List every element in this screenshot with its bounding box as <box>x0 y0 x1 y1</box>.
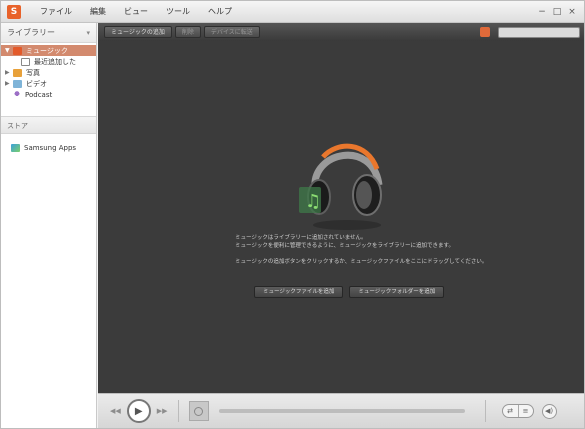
empty-library-message: ミュージックはライブラリーに追加されていません。 ミュージックを便利に管理できる… <box>235 234 515 266</box>
music-icon <box>13 46 22 55</box>
message-line: ミュージックはライブラリーに追加されていません。 <box>235 235 367 241</box>
store-header: ストア <box>1 116 96 134</box>
menu-file[interactable]: ファイル <box>31 1 81 23</box>
sidebar-item-recent[interactable]: 最近追加した <box>1 56 96 67</box>
divider <box>177 400 179 422</box>
transfer-to-device-button[interactable]: デバイスに転送 <box>203 26 260 38</box>
menu-help[interactable]: ヘルプ <box>199 1 241 23</box>
menu-tools[interactable]: ツール <box>157 1 199 23</box>
search-input[interactable] <box>498 26 580 38</box>
sidebar: ライブラリー ▾ ▼ ミュージック 最近追加した ▶ 写真 ▶ ビデオ Podc… <box>1 23 97 428</box>
divider <box>484 400 486 422</box>
player-bar: ◀◀ ▶ ▶▶ ⇄ ≡ ◀) <box>98 393 584 428</box>
library-header-label: ライブラリー <box>7 27 55 37</box>
sidebar-item-label: Samsung Apps <box>24 144 77 152</box>
minimize-button[interactable]: − <box>536 6 548 18</box>
window-controls: − □ × <box>533 6 578 18</box>
photo-icon <box>13 68 22 77</box>
video-icon <box>13 79 22 88</box>
toolbar-right <box>480 26 580 38</box>
sidebar-item-label: 写真 <box>26 68 40 77</box>
add-music-button[interactable]: ミュージックの追加 <box>104 26 172 38</box>
expand-arrow-icon[interactable]: ▼ <box>5 47 13 54</box>
toolbar: ミュージックの追加 削除 デバイスに転送 <box>98 23 584 41</box>
sidebar-item-label: ミュージック <box>26 46 68 55</box>
playback-mode-group: ⇄ ≡ <box>501 404 534 418</box>
library-header: ライブラリー ▾ <box>1 23 96 43</box>
sidebar-item-podcast[interactable]: Podcast <box>1 89 96 100</box>
close-button[interactable]: × <box>566 6 578 18</box>
recent-icon <box>21 57 30 66</box>
album-art-icon <box>188 401 209 421</box>
volume-icon[interactable]: ◀) <box>541 403 557 419</box>
expand-arrow-icon[interactable]: ▶ <box>5 69 13 76</box>
play-icon: ▶ <box>134 405 143 417</box>
maximize-button[interactable]: □ <box>551 6 563 18</box>
headphones-illustration: ♫ <box>297 131 391 233</box>
library-tree: ▼ ミュージック 最近追加した ▶ 写真 ▶ ビデオ Podcast <box>1 43 96 102</box>
progress-bar[interactable] <box>218 409 465 413</box>
sidebar-item-label: Podcast <box>25 90 53 99</box>
playlist-icon[interactable]: ≡ <box>517 405 533 417</box>
next-icon[interactable]: ▶▶ <box>157 407 168 415</box>
shuffle-icon[interactable]: ⇄ <box>503 405 518 417</box>
sidebar-item-photo[interactable]: ▶ 写真 <box>1 67 96 78</box>
sidebar-item-samsung-apps[interactable]: Samsung Apps <box>1 140 96 156</box>
sidebar-item-music[interactable]: ▼ ミュージック <box>1 45 96 56</box>
play-button[interactable]: ▶ <box>126 399 151 423</box>
add-buttons: ミュージックファイルを追加 ミュージックフォルダーを追加 <box>254 286 450 298</box>
sort-icon[interactable] <box>480 27 490 37</box>
podcast-icon <box>13 90 21 99</box>
sidebar-item-label: 最近追加した <box>34 57 76 66</box>
expand-arrow-icon[interactable]: ▶ <box>5 80 13 87</box>
svg-text:♫: ♫ <box>305 191 321 212</box>
menu-view[interactable]: ビュー <box>115 1 157 23</box>
app-window: S ファイル 編集 ビュー ツール ヘルプ − □ × ライブラリー ▾ ▼ ミ… <box>0 0 585 429</box>
store-icon <box>11 144 20 152</box>
menu-edit[interactable]: 編集 <box>81 1 115 23</box>
main-content: ♫ ミュージックはライブラリーに追加されていません。 ミュージックを便利に管理で… <box>98 41 584 393</box>
app-logo-icon: S <box>7 4 21 19</box>
sidebar-item-label: ビデオ <box>26 79 47 88</box>
previous-icon[interactable]: ◀◀ <box>110 407 121 415</box>
sidebar-item-video[interactable]: ▶ ビデオ <box>1 78 96 89</box>
menu-bar: ファイル 編集 ビュー ツール ヘルプ <box>31 1 241 23</box>
add-music-folder-button[interactable]: ミュージックフォルダーを追加 <box>349 286 445 298</box>
delete-button[interactable]: 削除 <box>174 26 201 38</box>
title-bar: S ファイル 編集 ビュー ツール ヘルプ − □ × <box>1 1 584 23</box>
message-line: ミュージックの追加ボタンをクリックするか、ミュージックファイルをここにドラッグし… <box>235 259 488 265</box>
message-line: ミュージックを便利に管理できるように、ミュージックをライブラリーに追加できます。 <box>235 243 454 249</box>
add-music-file-button[interactable]: ミュージックファイルを追加 <box>254 286 344 298</box>
chevron-down-icon[interactable]: ▾ <box>86 23 90 43</box>
